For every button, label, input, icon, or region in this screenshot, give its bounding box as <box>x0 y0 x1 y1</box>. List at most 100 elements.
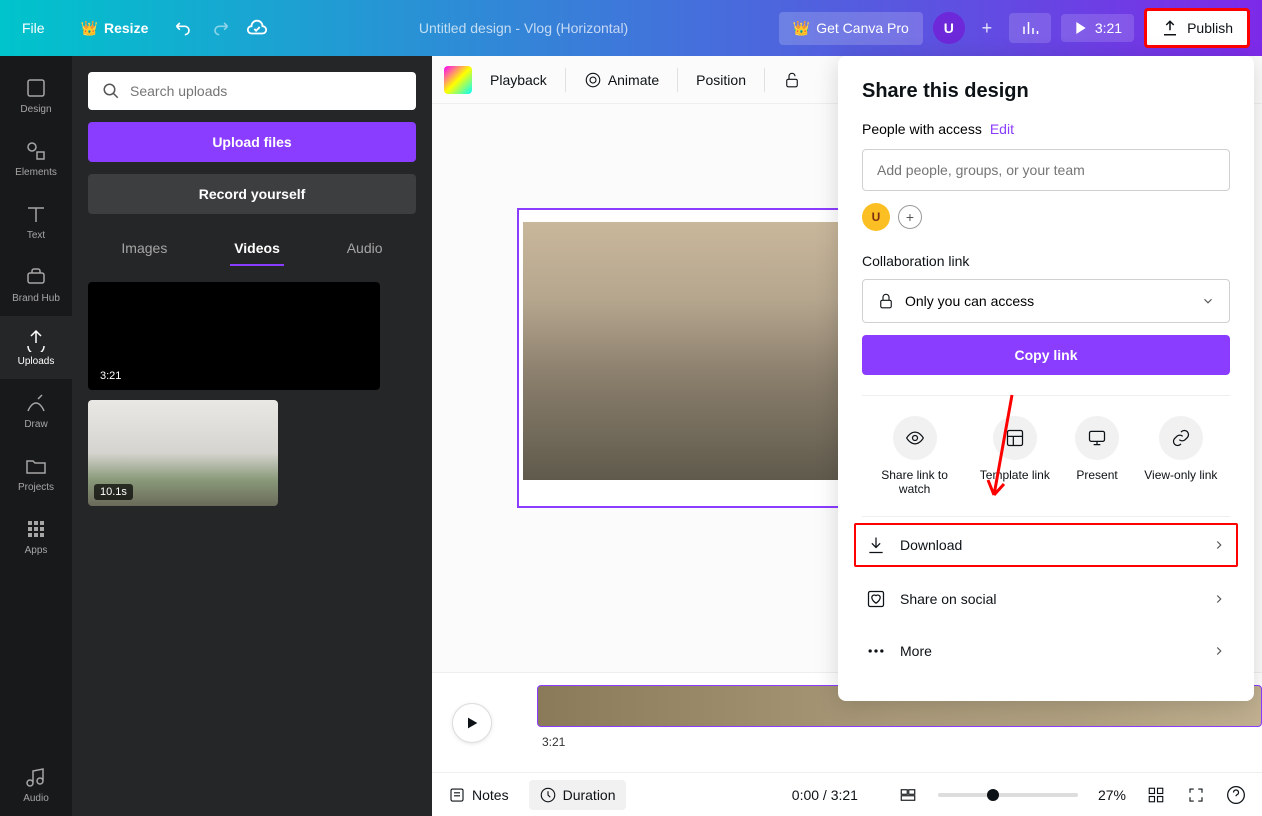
view-only-link-button[interactable]: View-only link <box>1144 416 1217 496</box>
add-member-icon[interactable]: + <box>975 16 999 40</box>
brand-hub-icon <box>24 265 48 289</box>
separator <box>764 68 765 92</box>
sidebar-item-text[interactable]: Text <box>0 190 72 253</box>
sidebar-item-label: Design <box>20 104 51 115</box>
template-icon <box>1005 428 1025 448</box>
upload-files-button[interactable]: Upload files <box>88 122 416 162</box>
animate-icon <box>584 71 602 89</box>
copy-link-button[interactable]: Copy link <box>862 335 1230 375</box>
audio-icon <box>24 765 48 789</box>
sidebar-item-design[interactable]: Design <box>0 64 72 127</box>
sidebar-item-label: Uploads <box>18 356 55 367</box>
help-icon[interactable] <box>1226 785 1246 805</box>
sidebar-item-brand-hub[interactable]: Brand Hub <box>0 253 72 316</box>
sidebar-item-uploads[interactable]: Uploads <box>0 316 72 379</box>
grid-view-icon[interactable] <box>1146 785 1166 805</box>
uploads-icon <box>24 328 48 352</box>
sidebar-item-apps[interactable]: Apps <box>0 505 72 568</box>
duration-button[interactable]: Duration <box>529 780 626 810</box>
share-on-social-button[interactable]: Share on social <box>862 573 1230 625</box>
user-avatar[interactable]: U <box>933 12 965 44</box>
file-menu[interactable]: File <box>12 14 55 42</box>
publish-button[interactable]: Publish <box>1144 8 1250 48</box>
animate-label: Animate <box>608 72 659 88</box>
more-label: More <box>900 643 932 659</box>
animate-button[interactable]: Animate <box>584 71 659 89</box>
add-people-input[interactable] <box>862 149 1230 191</box>
playback-button[interactable]: Playback <box>490 72 547 88</box>
lock-icon <box>783 71 801 89</box>
people-access-label: People with access <box>862 121 982 137</box>
preview-time: 3:21 <box>1095 20 1122 36</box>
more-options-button[interactable]: More <box>862 625 1230 677</box>
timeline-play-button[interactable] <box>452 703 492 743</box>
download-label: Download <box>900 537 962 553</box>
share-title: Share this design <box>862 80 1230 103</box>
redo-icon[interactable] <box>210 18 230 38</box>
share-link-watch-button[interactable]: Share link to watch <box>875 416 955 496</box>
search-uploads-field[interactable] <box>88 72 416 110</box>
sidebar-item-elements[interactable]: Elements <box>0 127 72 190</box>
sidebar-item-draw[interactable]: Draw <box>0 379 72 442</box>
share-opt-label: Share link to watch <box>875 468 955 496</box>
record-yourself-button[interactable]: Record yourself <box>88 174 416 214</box>
projects-icon <box>24 454 48 478</box>
design-icon <box>24 76 48 100</box>
search-uploads-input[interactable] <box>130 83 402 99</box>
tab-audio[interactable]: Audio <box>343 232 387 266</box>
duration-badge: 10.1s <box>94 484 133 500</box>
share-opt-label: Template link <box>980 468 1050 482</box>
link-icon <box>1171 428 1191 448</box>
collaboration-link-label: Collaboration link <box>862 253 1230 269</box>
zoom-level[interactable]: 27% <box>1098 787 1126 803</box>
preview-play-button[interactable]: 3:21 <box>1061 14 1134 42</box>
crown-icon: 👑 <box>81 20 98 37</box>
playback-time: 0:00 / 3:21 <box>792 787 858 803</box>
zoom-slider[interactable] <box>938 793 1078 797</box>
tab-images[interactable]: Images <box>117 232 171 266</box>
sidebar-item-label: Elements <box>15 167 57 178</box>
download-button[interactable]: Download <box>854 523 1238 567</box>
video-thumbnail[interactable]: 3:21 <box>88 282 380 390</box>
sidebar-item-projects[interactable]: Projects <box>0 442 72 505</box>
edit-access-link[interactable]: Edit <box>990 121 1014 137</box>
lock-button[interactable] <box>783 71 801 89</box>
template-link-button[interactable]: Template link <box>980 416 1050 496</box>
zoom-slider-handle[interactable] <box>987 789 999 801</box>
insights-button[interactable] <box>1009 13 1051 43</box>
video-clip[interactable] <box>523 222 869 480</box>
elements-icon <box>24 139 48 163</box>
get-pro-label: Get Canva Pro <box>816 20 909 36</box>
get-canva-pro-button[interactable]: 👑 Get Canva Pro <box>779 12 923 45</box>
sidebar-item-audio[interactable]: Audio <box>0 753 72 816</box>
sidebar-item-label: Audio <box>23 793 49 804</box>
pages-view-icon[interactable] <box>898 785 918 805</box>
text-icon <box>24 202 48 226</box>
access-dropdown[interactable]: Only you can access <box>862 279 1230 323</box>
eye-icon <box>905 428 925 448</box>
clock-icon <box>539 786 557 804</box>
color-picker[interactable] <box>444 66 472 94</box>
present-button[interactable]: Present <box>1075 416 1119 496</box>
sidebar-item-label: Draw <box>24 419 47 430</box>
document-title[interactable]: Untitled design - Vlog (Horizontal) <box>276 20 770 36</box>
cloud-sync-icon[interactable] <box>246 17 268 39</box>
video-thumbnail[interactable]: 10.1s <box>88 400 278 506</box>
tab-videos[interactable]: Videos <box>230 232 284 266</box>
chevron-right-icon <box>1212 644 1226 658</box>
resize-button[interactable]: 👑 Resize <box>71 14 159 43</box>
share-opt-label: Present <box>1076 468 1117 482</box>
add-person-button[interactable]: + <box>898 205 922 229</box>
download-icon <box>866 535 886 555</box>
access-text: Only you can access <box>905 293 1034 309</box>
search-icon <box>102 82 120 100</box>
position-button[interactable]: Position <box>696 72 746 88</box>
notes-button[interactable]: Notes <box>448 786 509 804</box>
share-social-label: Share on social <box>900 591 997 607</box>
resize-label: Resize <box>104 20 148 36</box>
sidebar-item-label: Apps <box>25 545 48 556</box>
undo-icon[interactable] <box>174 18 194 38</box>
fullscreen-icon[interactable] <box>1186 785 1206 805</box>
sidebar-item-label: Brand Hub <box>12 293 60 304</box>
chevron-down-icon <box>1201 294 1215 308</box>
